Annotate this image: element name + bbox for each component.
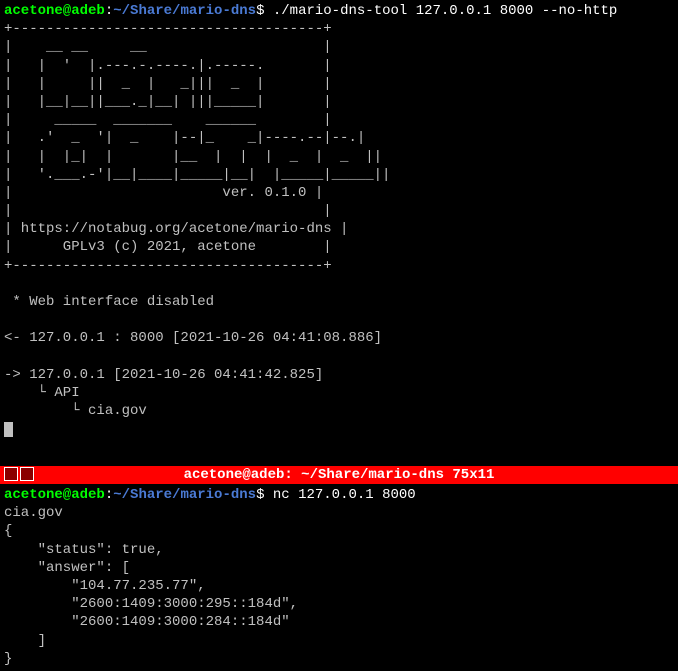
output-line: "104.77.235.77", <box>4 578 206 594</box>
ascii-art: +-------------------------------------+ … <box>4 21 390 219</box>
prompt-sep: : <box>105 3 113 19</box>
sep-line: +-------------------------------------+ <box>4 258 332 274</box>
bind-line: <- 127.0.0.1 : 8000 [2021-10-26 04:41:08… <box>4 330 382 346</box>
terminal-pane-bottom[interactable]: acetone@adeb:~/Share/mario-dns$ nc 127.0… <box>0 484 678 669</box>
prompt-path: /Share/mario-dns <box>122 3 256 19</box>
host-line: └ cia.gov <box>4 403 147 419</box>
api-line: └ API <box>4 385 80 401</box>
url-line: | https://notabug.org/acetone/mario-dns … <box>4 221 348 237</box>
prompt-tilde: ~ <box>113 3 121 19</box>
web-disabled: * Web interface disabled <box>4 294 214 310</box>
prompt-user-host: acetone@adeb <box>4 487 105 503</box>
output-line: { <box>4 523 12 539</box>
cursor-icon <box>4 422 13 437</box>
prompt-dollar: $ <box>256 3 273 19</box>
output-line: "answer": [ <box>4 560 130 576</box>
gpl-line: | GPLv3 (c) 2021, acetone | <box>4 239 332 255</box>
prompt-user-host: acetone@adeb <box>4 3 105 19</box>
terminal-pane-top[interactable]: acetone@adeb:~/Share/mario-dns$ ./mario-… <box>0 0 678 466</box>
output-line: "2600:1409:3000:295::184d", <box>4 596 298 612</box>
output-line: "2600:1409:3000:284::184d" <box>4 614 290 630</box>
output-line: } <box>4 651 12 667</box>
command-top: ./mario-dns-tool 127.0.0.1 8000 --no-htt… <box>273 3 617 19</box>
prompt-path: /Share/mario-dns <box>122 487 256 503</box>
output-line: ] <box>4 633 46 649</box>
prompt-dollar: $ <box>256 487 273 503</box>
prompt-sep: : <box>105 487 113 503</box>
command-bottom: nc 127.0.0.1 8000 <box>273 487 416 503</box>
titlebar-text: acetone@adeb: ~/Share/mario-dns 75x11 <box>184 467 495 483</box>
output-line: "status": true, <box>4 542 164 558</box>
prompt-tilde: ~ <box>113 487 121 503</box>
window-icon <box>4 467 18 481</box>
output-line: cia.gov <box>4 505 63 521</box>
tmux-titlebar: acetone@adeb: ~/Share/mario-dns 75x11 <box>0 466 678 484</box>
req-line: -> 127.0.0.1 [2021-10-26 04:41:42.825] <box>4 367 323 383</box>
window-icon <box>20 467 34 481</box>
titlebar-icons <box>4 467 34 481</box>
